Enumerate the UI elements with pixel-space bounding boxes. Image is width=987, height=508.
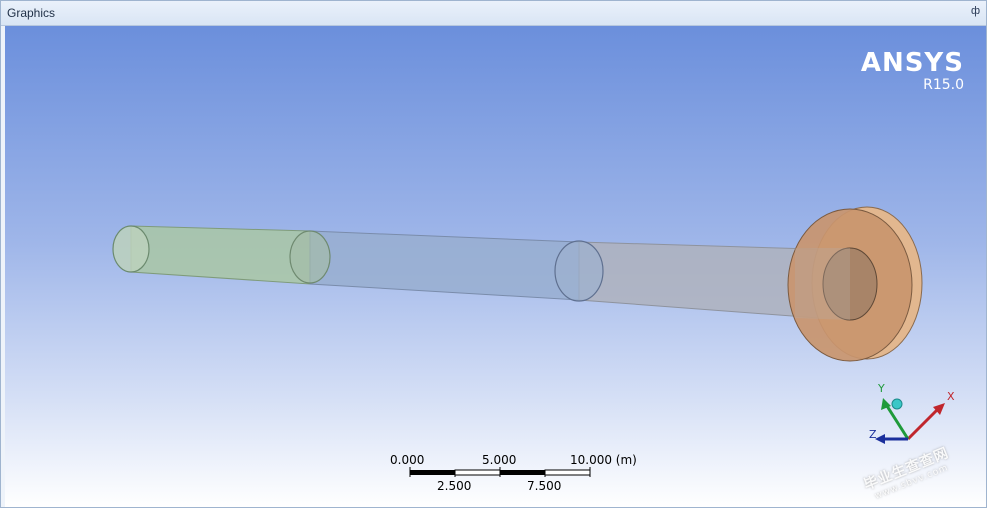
axis-z-label: Z	[869, 428, 877, 441]
pipe-segment-green[interactable]	[130, 225, 311, 285]
pipe-into-flange	[795, 248, 850, 320]
scale-label-10: 10.000 (m)	[570, 453, 637, 467]
coordinate-triad: X Y Z	[869, 382, 955, 444]
scale-bar: 0.000 5.000 10.000 (m) 2.500 7.500	[385, 451, 637, 496]
window-title: Graphics	[7, 6, 56, 20]
graphics-window: Graphics ф X Y Z ANSYS R15.0 0.000 5.000…	[0, 0, 987, 508]
scale-label-0: 0.000	[390, 453, 425, 467]
brand-version: R15.0	[923, 77, 964, 93]
brand-name: ANSYS	[860, 48, 964, 78]
scale-label-2500: 2.500	[437, 479, 472, 493]
axis-x-label: X	[947, 390, 955, 403]
graphics-viewport[interactable]: X Y Z ANSYS R15.0 0.000 5.000 10.000 (m)	[5, 26, 986, 507]
model-geometry: X Y Z	[112, 206, 955, 444]
scale-bar-graphic	[409, 467, 591, 477]
scale-label-7500: 7.500	[527, 479, 562, 493]
graphics-titlebar: Graphics ф	[1, 1, 986, 26]
pipe-segment-blue[interactable]	[309, 230, 580, 301]
axis-y-label: Y	[877, 382, 885, 395]
pipe-joint-2	[554, 240, 604, 302]
pipe-end-cap[interactable]	[112, 225, 150, 273]
ansys-logo: ANSYS R15.0	[861, 50, 964, 94]
scale-label-5: 5.000	[482, 453, 517, 467]
pipe-joint-1	[289, 230, 331, 284]
pin-icon[interactable]: ф	[971, 5, 980, 17]
